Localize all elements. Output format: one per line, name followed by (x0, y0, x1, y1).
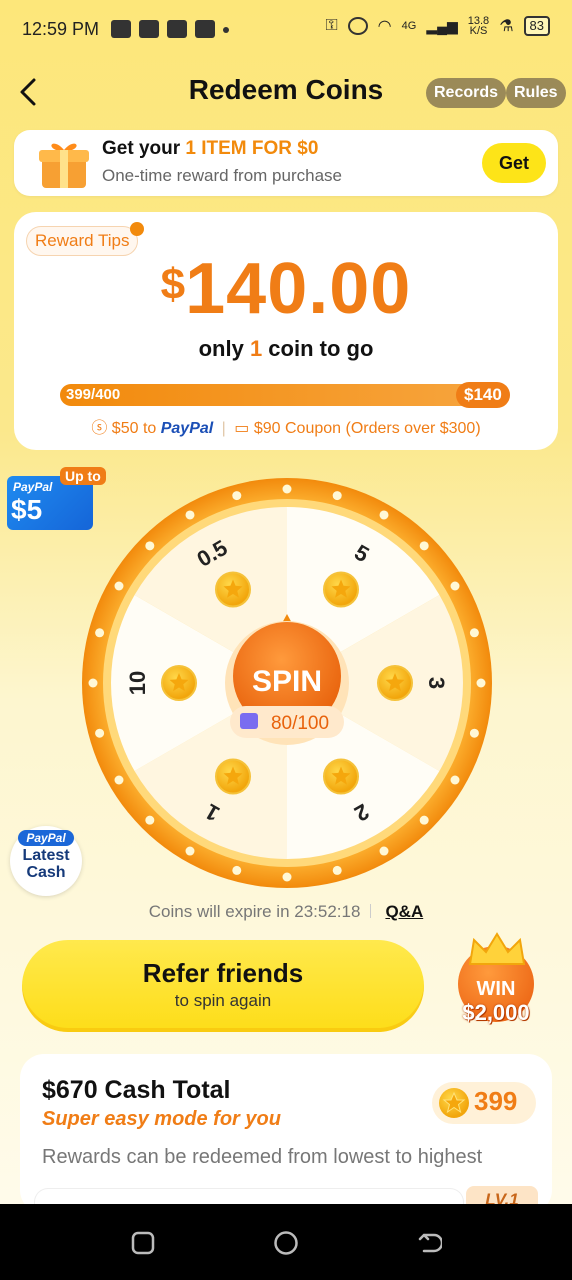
back-icon[interactable] (416, 1230, 442, 1256)
status-time: 12:59 PM (22, 18, 100, 39)
wheel-light (379, 510, 389, 520)
wheel-light (114, 775, 124, 785)
refer-title: Refer friends (142, 958, 304, 988)
facebook-icon (195, 20, 216, 38)
coin-icon (439, 1088, 469, 1118)
spin-count: 80/100 (271, 713, 329, 734)
wheel-light (450, 581, 460, 591)
wheel-light (145, 815, 155, 825)
cash-total-subtitle: Super easy mode for you (42, 1108, 281, 1130)
cash-total-description: Rewards can be redeemed from lowest to h… (42, 1146, 483, 1168)
wheel-light (95, 728, 105, 738)
header: Redeem Coins Records Rules (0, 64, 572, 120)
coin-balance: 399 (432, 1082, 536, 1124)
network-label: 4G (401, 20, 417, 32)
refer-subtitle: to spin again (174, 991, 272, 1010)
qa-link[interactable]: Q&A (385, 902, 423, 921)
alarm-icon (347, 17, 368, 35)
cash-total-title: $670 Cash Total (42, 1076, 231, 1104)
youtube-icon (139, 20, 160, 38)
reward-card: Reward Tips $140.00 only 1 coin to go 39… (14, 212, 558, 450)
wheel-light (185, 510, 195, 520)
navigation-bar (0, 1204, 572, 1280)
status-right: ⚿ ◠ 4G ▂▄▆ 13.8 K/S ⚗ 83 (325, 15, 550, 37)
progress-fill (60, 384, 509, 406)
signal-icon: ▂▄▆ (426, 17, 458, 34)
promo-card[interactable]: Get your 1 ITEM FOR $0 One-time reward f… (14, 130, 558, 196)
wheel-light (95, 628, 105, 638)
win-label: WIN (476, 978, 516, 1000)
wheel-light (419, 541, 429, 551)
win-badge[interactable]: WIN $2,000 (452, 930, 540, 1030)
youtube-icon (167, 20, 188, 38)
wheel-light (114, 581, 124, 591)
battery-indicator: 83 (523, 16, 550, 36)
notification-dot (130, 222, 144, 236)
dollar-circle-icon: ⓢ (91, 420, 108, 437)
wheel-light (88, 678, 98, 688)
prize-breakdown: ⓢ $50 to PayPal | ▭ $90 Coupon (Orders o… (91, 420, 481, 437)
reward-amount: $140.00 (160, 249, 412, 329)
home-icon[interactable] (273, 1230, 299, 1256)
wheel-light (145, 541, 155, 551)
wheel-light (450, 775, 460, 785)
crown-icon (468, 932, 526, 965)
status-bar: 12:59 PM ⚿ ◠ 4G ▂▄▆ 13.8 K/S ⚗ 83 (0, 0, 572, 58)
ticket-icon (240, 713, 258, 729)
progress-label: 399/400 (66, 386, 121, 403)
wheel-light (282, 872, 292, 882)
get-button[interactable]: Get (482, 143, 546, 183)
gift-box-icon (39, 143, 89, 188)
rules-button[interactable]: Rules (506, 78, 566, 108)
coupon-icon: ▭ (234, 420, 250, 437)
wheel-light (185, 846, 195, 856)
records-button[interactable]: Records (426, 78, 507, 108)
wheel-light (379, 846, 389, 856)
wheel-light (332, 865, 342, 875)
refer-friends-button[interactable]: Refer friends to spin again (22, 940, 424, 1032)
wheel-light (232, 491, 242, 501)
wheel-light (469, 628, 479, 638)
progress-target: $140 (456, 382, 510, 408)
network-speed: 13.8 K/S (467, 15, 490, 37)
wheel-light (476, 678, 486, 688)
wheel-light (419, 815, 429, 825)
notification-app-icon (111, 20, 132, 38)
coins-expire-line: Coins will expire in 23:52:18 Q&A (148, 902, 424, 921)
spin-wheel[interactable]: 5321100.5 SPIN 80/100 (80, 476, 494, 890)
wheel-light (332, 491, 342, 501)
reward-progress-bar: 399/400 (60, 384, 510, 406)
wheel-light (282, 484, 292, 494)
latest-cash-badge[interactable]: PayPal Latest Cash (10, 826, 82, 896)
wheel-segment-label: 10 (125, 671, 150, 695)
spin-label: SPIN (252, 665, 322, 698)
key-icon: ⚿ (325, 17, 338, 34)
promo-title: Get your 1 ITEM FOR $0 (102, 138, 319, 159)
wheel-segment-label: 3 (424, 677, 449, 689)
wheel-light (232, 865, 242, 875)
promo-subtitle: One-time reward from purchase (102, 166, 342, 185)
wifi-icon: ◠ (377, 18, 392, 35)
coins-to-go: only 1 coin to go (198, 336, 374, 361)
win-amount: $2,000 (462, 1000, 530, 1025)
recents-icon[interactable] (130, 1230, 156, 1256)
more-notifications-dot-icon (223, 27, 230, 33)
cash-total-card: $670 Cash Total Super easy mode for you … (20, 1054, 552, 1218)
wheel-light (469, 728, 479, 738)
flask-icon: ⚗ (499, 18, 514, 35)
